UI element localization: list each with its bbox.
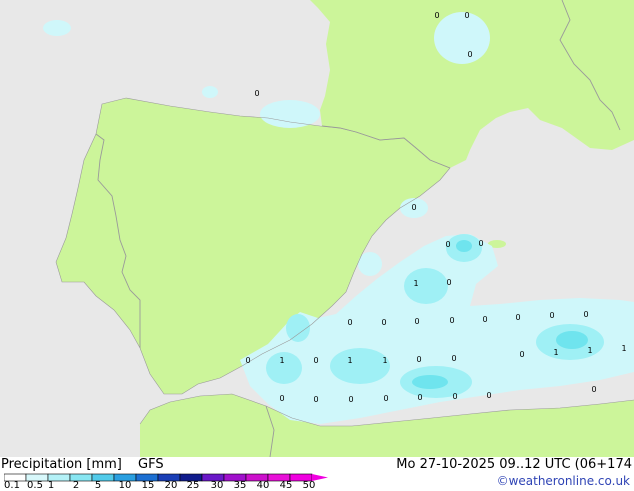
model-name: GFS xyxy=(138,457,164,472)
precip-value-label: 0 xyxy=(467,50,472,59)
precip-core-2 xyxy=(330,348,390,384)
precip-value-label: 0 xyxy=(519,350,524,359)
precip-value-label: 1 xyxy=(587,346,592,355)
precip-value-label: 0 xyxy=(254,89,259,98)
run-time: Mo 27-10-2025 09..12 UTC (06+174 xyxy=(396,457,632,472)
precip-value-label: 0 xyxy=(445,240,450,249)
precip-value-label: 0 xyxy=(416,355,421,364)
precip-area-biscay xyxy=(260,100,320,128)
precip-value-label: 1 xyxy=(279,356,284,365)
precip-value-label: 1 xyxy=(382,356,387,365)
precip-value-label: 0 xyxy=(446,278,451,287)
precip-value-label: 0 xyxy=(348,395,353,404)
precip-area-atlantic xyxy=(43,20,71,36)
precip-heavy-2 xyxy=(412,375,448,389)
precip-value-label: 0 xyxy=(583,310,588,319)
precip-value-label: 0 xyxy=(486,391,491,400)
precip-value-label: 0 xyxy=(434,11,439,20)
precip-value-label: 1 xyxy=(347,356,352,365)
precip-value-label: 0 xyxy=(549,311,554,320)
precip-core-3 xyxy=(404,268,448,304)
precip-value-label: 0 xyxy=(482,315,487,324)
precip-value-label: 0 xyxy=(414,317,419,326)
precip-value-label: 0 xyxy=(313,356,318,365)
precip-value-label: 0 xyxy=(313,395,318,404)
precip-value-label: 1 xyxy=(621,344,626,353)
precip-value-label: 0 xyxy=(347,318,352,327)
precip-value-label: 1 xyxy=(553,348,558,357)
map-panel: 0 0 0 0 0 0 0 1 0 0 0 0 0 0 0 0 0 0 1 0 1 1 0 0 0 1 1 1 0 0 0 0 0 0 0 0 xyxy=(0,0,634,457)
precip-value-label: 0 xyxy=(451,354,456,363)
precip-value-label: 0 xyxy=(452,392,457,401)
precip-value-label: 0 xyxy=(591,385,596,394)
precip-value-label: 0 xyxy=(464,11,469,20)
precipitation-map: 0 0 0 0 0 0 0 1 0 0 0 0 0 0 0 0 0 0 1 0 1 1 0 0 0 1 1 1 0 0 0 0 0 0 0 0 xyxy=(0,0,634,457)
precip-value-label: 0 xyxy=(417,393,422,402)
precip-value-label: 0 xyxy=(245,356,250,365)
precip-value-label: 0 xyxy=(515,313,520,322)
precip-value-label: 0 xyxy=(411,203,416,212)
precip-area-west xyxy=(202,86,218,98)
precip-value-label: 0 xyxy=(449,316,454,325)
credit-link[interactable]: ©weatheronline.co.uk xyxy=(497,474,630,488)
precip-area-north xyxy=(434,12,490,64)
precip-value-label: 0 xyxy=(478,239,483,248)
precip-value-label: 1 xyxy=(413,279,418,288)
precip-heavy-3 xyxy=(456,240,472,252)
map-title: Precipitation [mm] xyxy=(1,457,122,472)
precip-value-label: 0 xyxy=(279,394,284,403)
precip-value-label: 0 xyxy=(381,318,386,327)
precip-value-label: 0 xyxy=(383,394,388,403)
precip-heavy-1 xyxy=(556,331,588,349)
